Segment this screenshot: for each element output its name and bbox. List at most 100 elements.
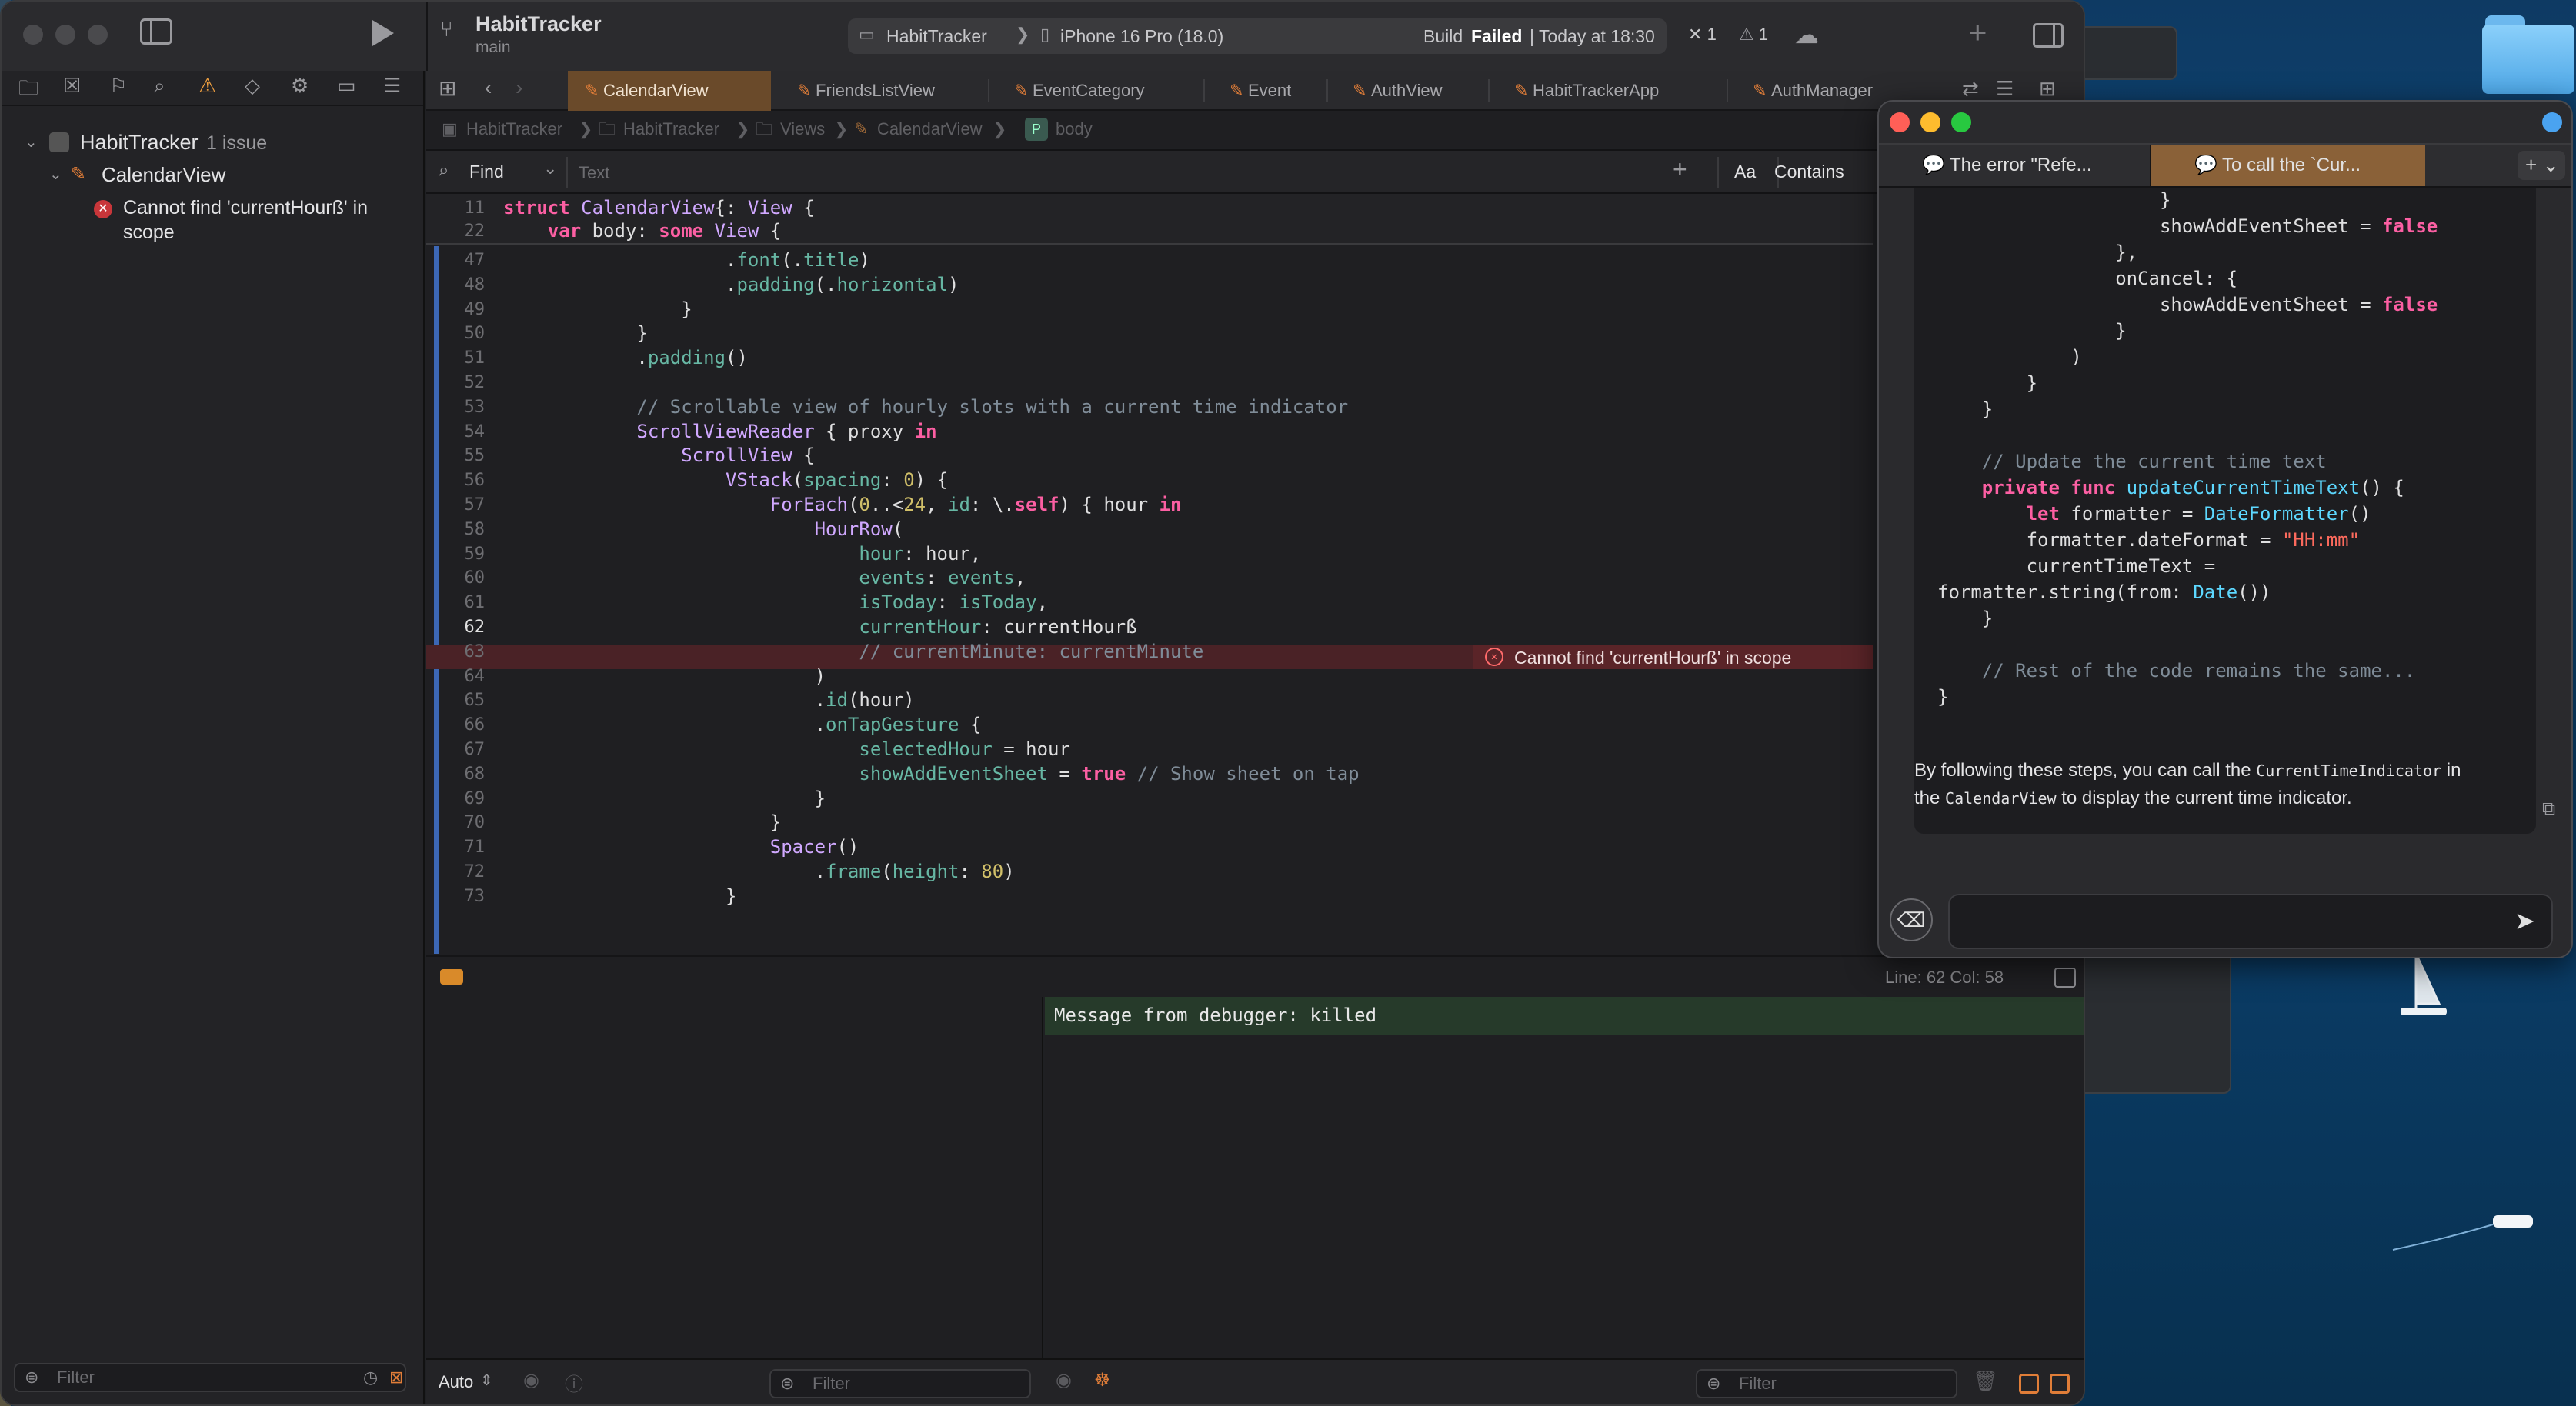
line-number[interactable]: 64 (426, 667, 486, 686)
tab-event[interactable]: ✎ Event (1213, 71, 1328, 111)
case-sensitivity-button[interactable]: Aa (1734, 162, 1756, 182)
line-number[interactable]: 60 (426, 568, 486, 588)
code-line[interactable]: ) (503, 665, 826, 687)
tab-habittrackerapp[interactable]: ✎ HabitTrackerApp (1497, 71, 1728, 111)
chat-minimize-button[interactable] (1920, 112, 1940, 132)
code-line[interactable]: hour: hour, (503, 543, 981, 565)
folder-nav-icon[interactable]: 🗀 (18, 74, 38, 108)
line-number[interactable]: 58 (426, 520, 486, 539)
code-line[interactable]: VStack(spacing: 0) { (503, 469, 948, 491)
right-pane-toggle-icon[interactable] (2050, 1374, 2070, 1394)
variables-filter-field[interactable]: ⊜ Filter (769, 1369, 1031, 1398)
line-number[interactable]: 65 (426, 691, 486, 710)
eye-icon[interactable]: ◉ (1056, 1369, 1072, 1391)
report-nav-icon[interactable]: ☰ (383, 74, 401, 98)
disclosure-chevron-icon[interactable]: ⌄ (49, 165, 62, 184)
find-mode-selector[interactable]: Find (469, 162, 504, 182)
breakpoint-toggle-icon[interactable] (440, 969, 463, 985)
code-line[interactable]: ForEach(0..<24, id: \.self) { hour in (503, 494, 1182, 515)
zoom-window-button[interactable] (88, 25, 108, 45)
sticky-code-line[interactable]: var body: some View { (503, 220, 781, 242)
close-window-button[interactable] (23, 25, 43, 45)
eraser-icon[interactable]: ⌫ (1890, 898, 1933, 941)
code-line[interactable]: selectedHour = hour (503, 738, 1070, 760)
sticky-code-line[interactable]: struct CalendarView{: View { (503, 197, 815, 218)
console-filter-field[interactable]: ⊜ Filter (1696, 1369, 1957, 1398)
error-filter-icon[interactable]: ⊠ (389, 1364, 403, 1391)
trash-icon[interactable]: 🗑 (1973, 1369, 1998, 1393)
line-number[interactable]: 51 (426, 348, 486, 368)
line-number[interactable]: 59 (426, 545, 486, 564)
debug-nav-icon[interactable]: ⚙ (291, 74, 309, 98)
line-number[interactable]: 22 (426, 222, 486, 241)
code-line[interactable]: } (503, 298, 692, 320)
inline-error-annotation[interactable]: ✕ Cannot find 'currentHourß' in scope (1473, 645, 1873, 669)
find-add-icon[interactable]: + (1673, 155, 1687, 184)
line-number[interactable]: 62 (426, 618, 486, 637)
test-nav-icon[interactable]: ◇ (245, 74, 260, 98)
line-number[interactable]: 57 (426, 495, 486, 515)
warning-count-badge[interactable]: ⚠ 1 (1739, 25, 1768, 45)
chat-tab-2[interactable]: 💬 To call the `Cur... (2151, 145, 2425, 186)
left-pane-toggle-icon[interactable] (2019, 1374, 2039, 1394)
line-number[interactable]: 61 (426, 593, 486, 612)
issue-message-line2[interactable]: scope (123, 222, 175, 244)
swap-icon[interactable]: ⇄ (1962, 77, 1979, 101)
breadcrumb-item[interactable]: HabitTracker (466, 111, 562, 148)
eye-icon[interactable]: ◉ (523, 1369, 539, 1391)
navigator-filter-field[interactable]: ⊜ Filter ◷ ⊠ (14, 1363, 406, 1392)
run-button[interactable] (372, 20, 394, 46)
send-icon[interactable]: ➤ (2514, 906, 2535, 935)
minimize-window-button[interactable] (55, 25, 75, 45)
code-line[interactable]: HourRow( (503, 518, 904, 540)
editor-options-icon[interactable]: ☰ (1996, 77, 2014, 101)
inspector-toggle-icon[interactable] (2033, 23, 2064, 48)
line-number[interactable]: 72 (426, 862, 486, 881)
breakpoint-nav-icon[interactable]: ▭ (337, 74, 356, 98)
code-line[interactable]: .onTapGesture { (503, 714, 982, 735)
issue-message-line1[interactable]: Cannot find 'currentHourß' in (123, 197, 368, 219)
code-line[interactable]: currentHour: currentHourß (503, 616, 1136, 638)
new-chat-button[interactable]: + ⌄ (2518, 151, 2565, 180)
chat-input[interactable]: ➤ (1948, 894, 2553, 949)
code-line[interactable]: .padding() (503, 347, 748, 368)
scheme-selector[interactable]: HabitTracker (886, 26, 987, 47)
breadcrumb-item[interactable]: CalendarView (877, 111, 983, 148)
destination-selector[interactable]: iPhone 16 Pro (18.0) (1060, 26, 1223, 47)
breadcrumb-item[interactable]: body (1056, 111, 1093, 148)
code-line[interactable]: ScrollView { (503, 445, 814, 466)
source-control-icon[interactable]: ☒ (63, 74, 81, 98)
code-line[interactable]: .padding(.horizontal) (503, 274, 959, 295)
line-number[interactable]: 47 (426, 251, 486, 270)
chat-close-button[interactable] (1890, 112, 1910, 132)
error-count-badge[interactable]: ✕ 1 (1688, 25, 1717, 45)
line-number[interactable]: 63 (426, 642, 486, 661)
grid-icon[interactable]: ⊞ (439, 75, 456, 101)
variable-scope-selector[interactable]: Auto (439, 1372, 473, 1392)
code-line[interactable]: .font(.title) (503, 249, 870, 271)
debug-area-toggle-icon[interactable] (2054, 968, 2076, 988)
split-editor-icon[interactable]: ⊞ (2039, 77, 2056, 101)
code-line[interactable]: } (503, 885, 736, 907)
folder-icon[interactable] (2482, 15, 2574, 94)
breadcrumb-item[interactable]: HabitTracker (623, 111, 719, 148)
sidebar-toggle-icon[interactable] (140, 18, 172, 45)
line-number[interactable]: 53 (426, 398, 486, 417)
forward-icon[interactable]: › (516, 75, 522, 100)
issue-nav-icon[interactable]: ⚠ (199, 74, 216, 98)
line-number[interactable]: 49 (426, 300, 486, 319)
add-icon[interactable]: + (1968, 14, 1987, 51)
line-number[interactable]: 69 (426, 789, 486, 808)
tab-friendslistview[interactable]: ✎ FriendsListView (780, 71, 986, 111)
tab-eventcategory[interactable]: ✎ EventCategory (997, 71, 1203, 111)
code-line[interactable]: Spacer() (503, 836, 859, 858)
tab-calendarview[interactable]: ✎ CalendarView (568, 71, 771, 111)
line-number[interactable]: 48 (426, 275, 486, 295)
line-number[interactable]: 55 (426, 446, 486, 465)
code-line[interactable]: showAddEventSheet = true // Show sheet o… (503, 763, 1359, 785)
disclosure-chevron-icon[interactable]: ⌄ (25, 132, 38, 152)
cloud-icon[interactable]: ☁ (1794, 20, 1819, 49)
code-line[interactable]: } (503, 811, 781, 833)
copy-icon[interactable]: ⧉ (2542, 798, 2555, 820)
code-line[interactable]: .id(hour) (503, 689, 915, 711)
